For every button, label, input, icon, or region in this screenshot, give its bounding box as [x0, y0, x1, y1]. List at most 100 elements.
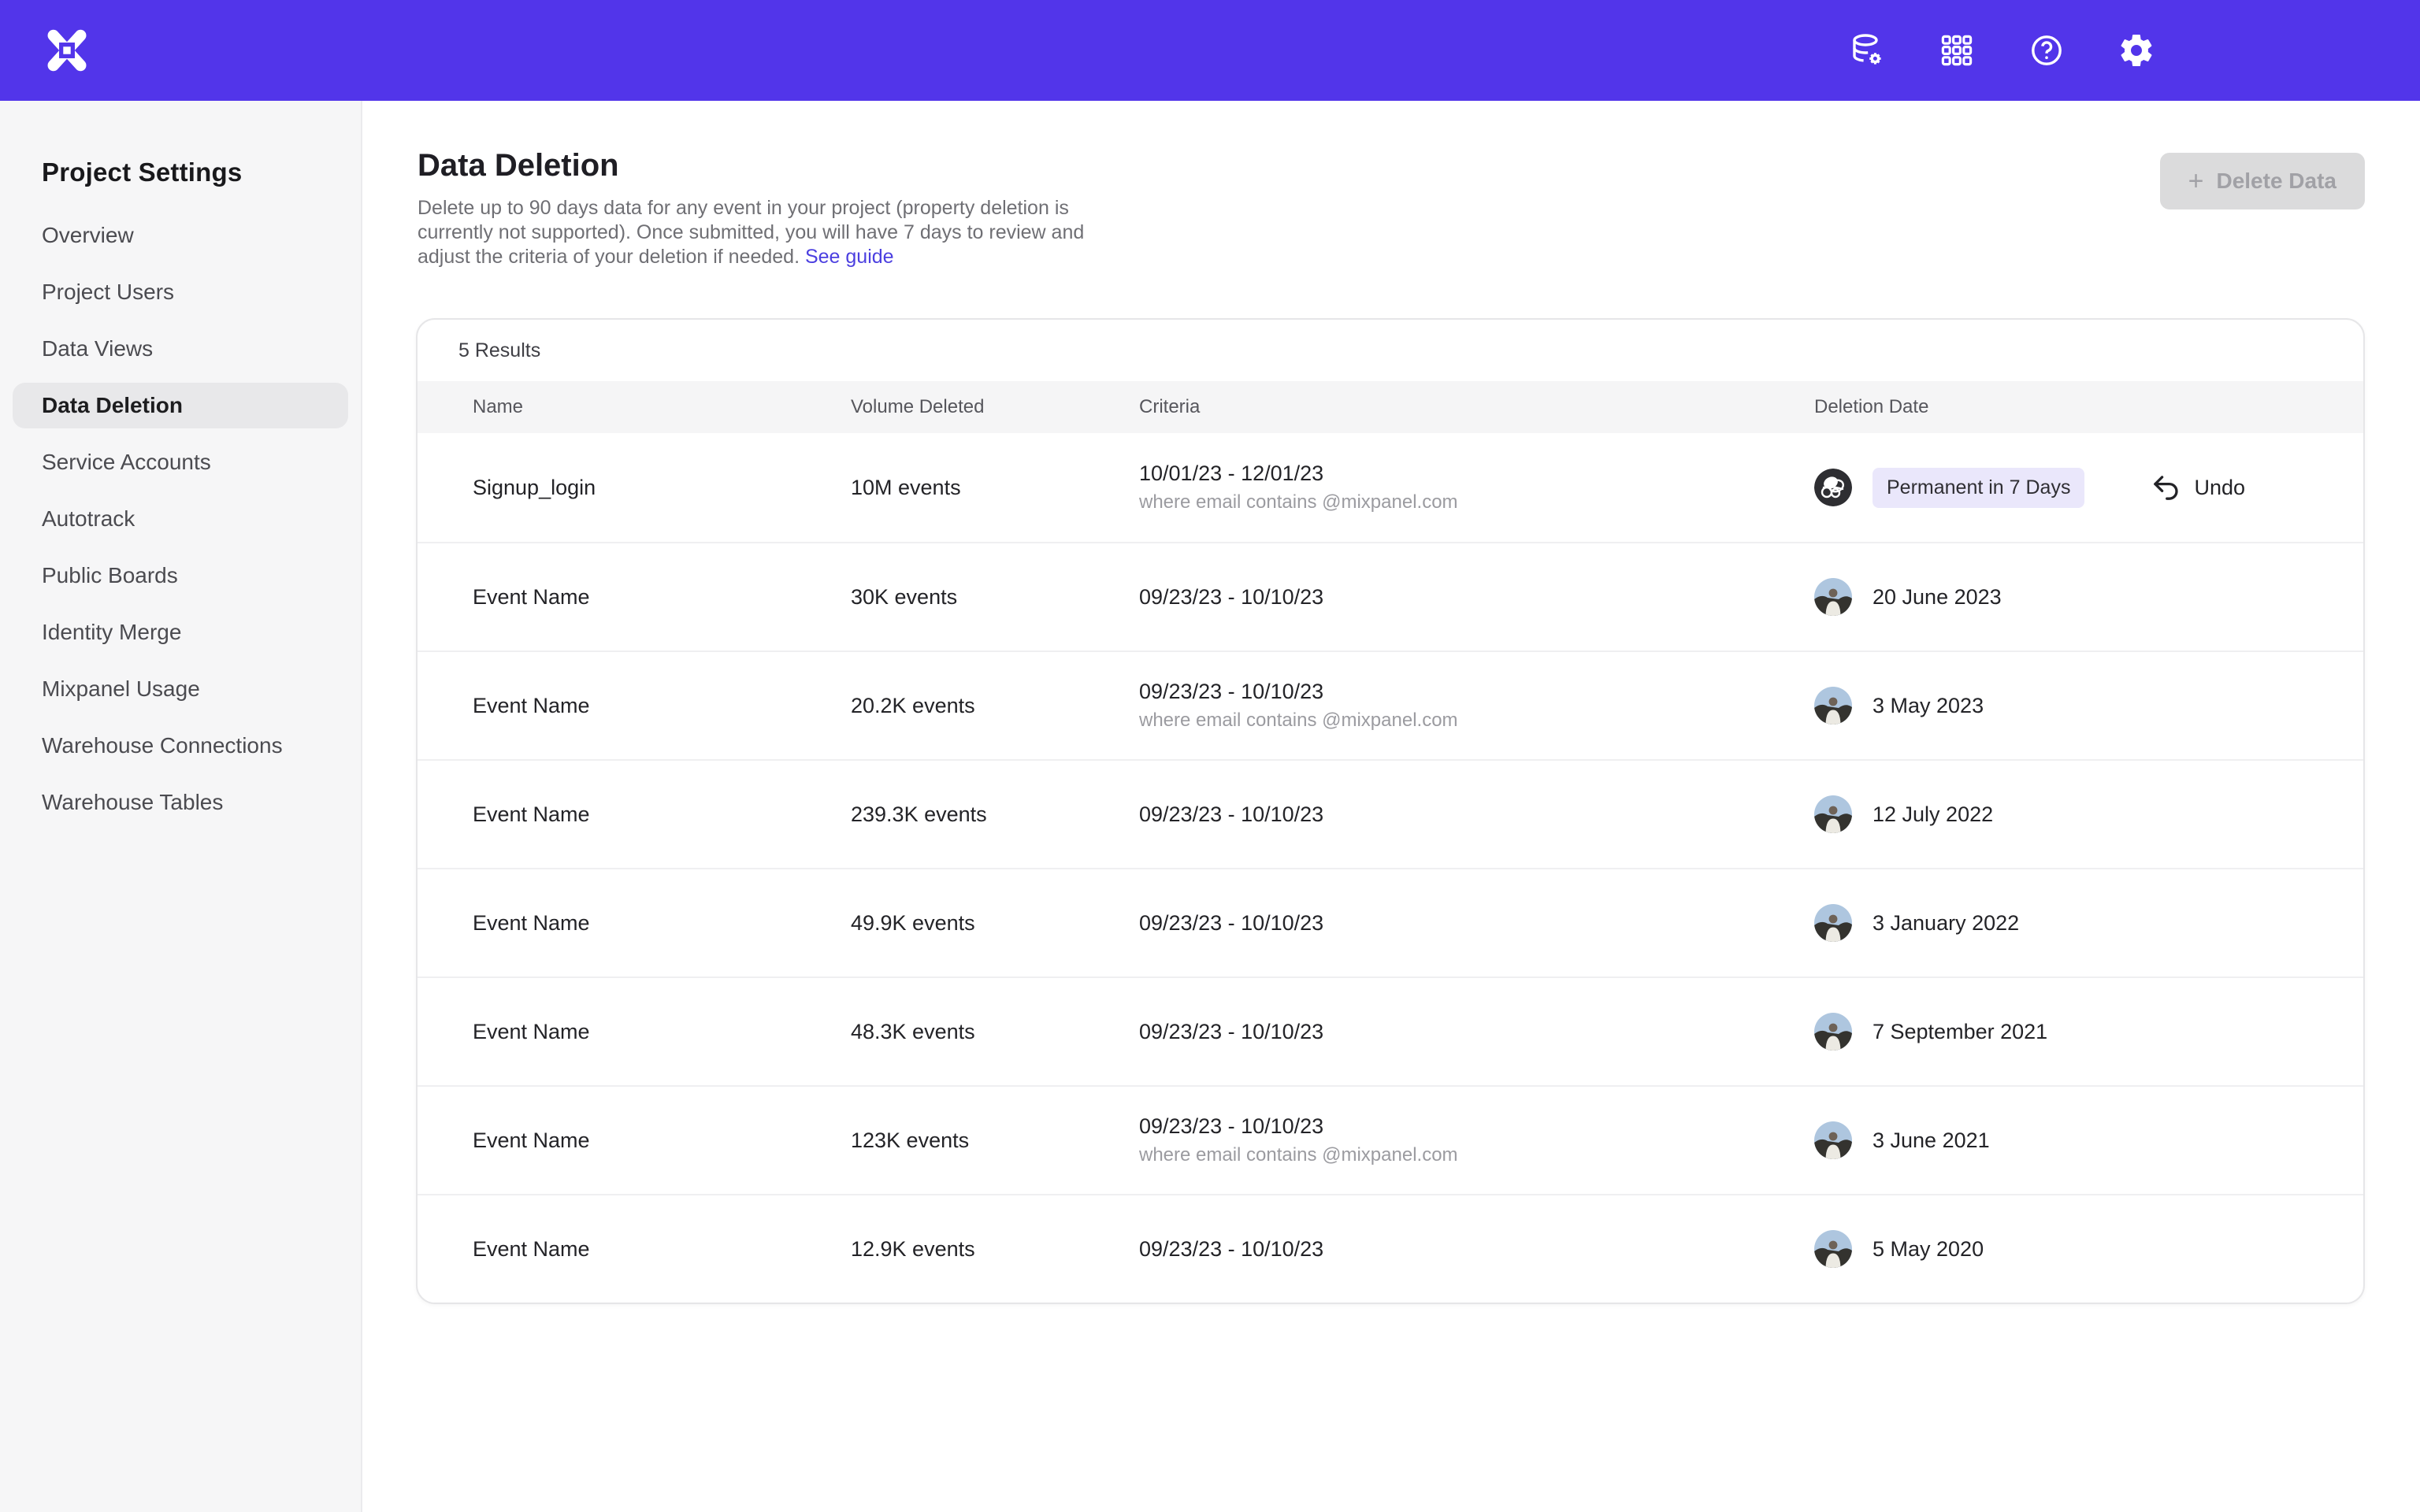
column-header-name: Name: [418, 396, 851, 418]
row-criteria: 09/23/23 - 10/10/23: [1139, 802, 1814, 827]
user-photo-avatar: [1814, 687, 1852, 724]
user-photo-avatar: [1814, 795, 1852, 833]
deletion-date-text: 5 May 2020: [1873, 1237, 1984, 1262]
column-header-volume: Volume Deleted: [851, 396, 1139, 418]
row-volume-deleted: 123K events: [851, 1128, 1139, 1153]
table-header-row: Name Volume Deleted Criteria Deletion Da…: [418, 381, 2363, 433]
row-deletion-date: Permanent in 7 Days Permanent in 7 Days …: [1814, 468, 2363, 508]
deletion-date-text: 3 May 2023: [1873, 694, 1984, 718]
row-volume-deleted: 30K events: [851, 585, 1139, 610]
table-row: Event Name 12.9K events 09/23/23 - 10/10…: [418, 1194, 2363, 1303]
row-criteria-range: 09/23/23 - 10/10/23: [1139, 802, 1814, 827]
plus-icon: +: [2188, 168, 2204, 195]
sidebar-item[interactable]: Data Deletion: [13, 383, 348, 428]
user-photo-avatar: [1814, 1230, 1852, 1268]
data-settings-icon[interactable]: [1848, 32, 1886, 69]
user-photo-avatar: [1814, 904, 1852, 942]
user-avatar: [1814, 687, 1852, 724]
row-deletion-date: 20 June 2023 20 June 2023: [1814, 578, 2363, 616]
page-description: Delete up to 90 days data for any event …: [418, 196, 1111, 269]
user-avatar: [1814, 1230, 1852, 1268]
row-criteria: 09/23/23 - 10/10/23 where email contains…: [1139, 1114, 1814, 1166]
settings-sidebar: Project Settings Overview Project Users Da…: [0, 101, 362, 1512]
doodle-avatar: [1814, 469, 1852, 506]
row-deletion-date: 5 May 2020 5 May 2020: [1814, 1230, 2363, 1268]
table-row: Event Name 20.2K events 09/23/23 - 10/10…: [418, 650, 2363, 759]
settings-gear-icon[interactable]: [2118, 32, 2155, 69]
deletion-table-card: 5 Results Name Volume Deleted Criteria D…: [416, 318, 2365, 1304]
user-avatar: [1814, 578, 1852, 616]
sidebar-nav: Overview Project Users Data Views Data Dele…: [0, 213, 361, 825]
table-row: Event Name 239.3K events 09/23/23 - 10/1…: [418, 759, 2363, 868]
row-criteria-range: 09/23/23 - 10/10/23: [1139, 1237, 1814, 1262]
see-guide-link[interactable]: See guide: [805, 246, 894, 268]
row-criteria-range: 09/23/23 - 10/10/23: [1139, 911, 1814, 936]
topbar-icon-group: [1848, 32, 2155, 69]
topbar: [0, 0, 2420, 101]
row-deletion-date: 3 May 2023 3 May 2023: [1814, 687, 2363, 724]
row-deletion-date: 12 July 2022 12 July 2022: [1814, 795, 2363, 833]
row-criteria-filter: where email contains @mixpanel.com: [1139, 710, 1814, 732]
row-criteria: 09/23/23 - 10/10/23 where email contains…: [1139, 680, 1814, 732]
undo-arrow-icon: [2149, 471, 2182, 504]
mixpanel-logo-icon[interactable]: [44, 28, 90, 73]
row-event-name: Event Name: [418, 1237, 851, 1262]
sidebar-item[interactable]: Service Accounts: [13, 439, 348, 485]
column-header-deletion-date: Deletion Date: [1814, 396, 2363, 418]
row-criteria-range: 09/23/23 - 10/10/23: [1139, 680, 1814, 704]
apps-grid-icon[interactable]: [1938, 32, 1976, 69]
row-deletion-date: 7 September 2021 7 September 2021: [1814, 1013, 2363, 1051]
row-volume-deleted: 10M events: [851, 476, 1139, 500]
deletion-date-text: 20 June 2023: [1873, 585, 2002, 610]
sidebar-item[interactable]: Warehouse Connections: [13, 723, 348, 769]
sidebar-heading: Project Settings: [0, 158, 361, 187]
user-avatar: [1814, 1013, 1852, 1051]
row-event-name: Event Name: [418, 911, 851, 936]
row-criteria-range: 09/23/23 - 10/10/23: [1139, 1114, 1814, 1139]
row-event-name: Event Name: [418, 1128, 851, 1153]
undo-button-label: Undo: [2194, 476, 2245, 500]
table-row: Event Name 48.3K events 09/23/23 - 10/10…: [418, 976, 2363, 1085]
mixpanel-project-settings-app: Project Settings Overview Project Users Da…: [0, 0, 2420, 1512]
row-event-name: Event Name: [418, 585, 851, 610]
user-photo-avatar: [1814, 1013, 1852, 1051]
deletion-date-text: 12 July 2022: [1873, 802, 1993, 827]
row-criteria-range: 10/01/23 - 12/01/23: [1139, 461, 1814, 486]
delete-data-button[interactable]: + Delete Data: [2160, 153, 2365, 209]
row-volume-deleted: 20.2K events: [851, 694, 1139, 718]
column-header-criteria: Criteria: [1139, 396, 1814, 418]
user-avatar: [1814, 469, 1852, 506]
sidebar-item[interactable]: Identity Merge: [13, 610, 348, 655]
row-volume-deleted: 48.3K events: [851, 1020, 1139, 1044]
user-photo-avatar: [1814, 578, 1852, 616]
row-volume-deleted: 49.9K events: [851, 911, 1139, 936]
row-deletion-date: 3 June 2021 3 June 2021: [1814, 1121, 2363, 1159]
page-header: Data Deletion Delete up to 90 days data …: [416, 148, 2365, 269]
undo-button[interactable]: Undo: [2149, 471, 2245, 504]
row-volume-deleted: 239.3K events: [851, 802, 1139, 827]
sidebar-item[interactable]: Overview: [13, 213, 348, 258]
user-photo-avatar: [1814, 1121, 1852, 1159]
row-criteria-range: 09/23/23 - 10/10/23: [1139, 1020, 1814, 1044]
user-avatar: [1814, 795, 1852, 833]
row-criteria: 09/23/23 - 10/10/23: [1139, 911, 1814, 936]
row-deletion-date: 3 January 2022 3 January 2022: [1814, 904, 2363, 942]
delete-data-button-label: Delete Data: [2216, 169, 2336, 194]
sidebar-item[interactable]: Mixpanel Usage: [13, 666, 348, 712]
page-title: Data Deletion: [418, 148, 1111, 183]
sidebar-item[interactable]: Project Users: [13, 269, 348, 315]
sidebar-item[interactable]: Autotrack: [13, 496, 348, 542]
help-icon[interactable]: [2028, 32, 2066, 69]
main-content: Data Deletion Delete up to 90 days data …: [362, 101, 2420, 1512]
table-body: Signup_login 10M events 10/01/23 - 12/01…: [418, 433, 2363, 1303]
permanent-status-badge: Permanent in 7 Days: [1873, 468, 2084, 508]
sidebar-item[interactable]: Public Boards: [13, 553, 348, 598]
row-criteria: 09/23/23 - 10/10/23: [1139, 585, 1814, 610]
table-row: Signup_login 10M events 10/01/23 - 12/01…: [418, 433, 2363, 542]
deletion-date-text: 3 June 2021: [1873, 1128, 1990, 1153]
user-avatar: [1814, 904, 1852, 942]
sidebar-item[interactable]: Warehouse Tables: [13, 780, 348, 825]
row-event-name: Event Name: [418, 1020, 851, 1044]
row-criteria-filter: where email contains @mixpanel.com: [1139, 1144, 1814, 1166]
sidebar-item[interactable]: Data Views: [13, 326, 348, 372]
